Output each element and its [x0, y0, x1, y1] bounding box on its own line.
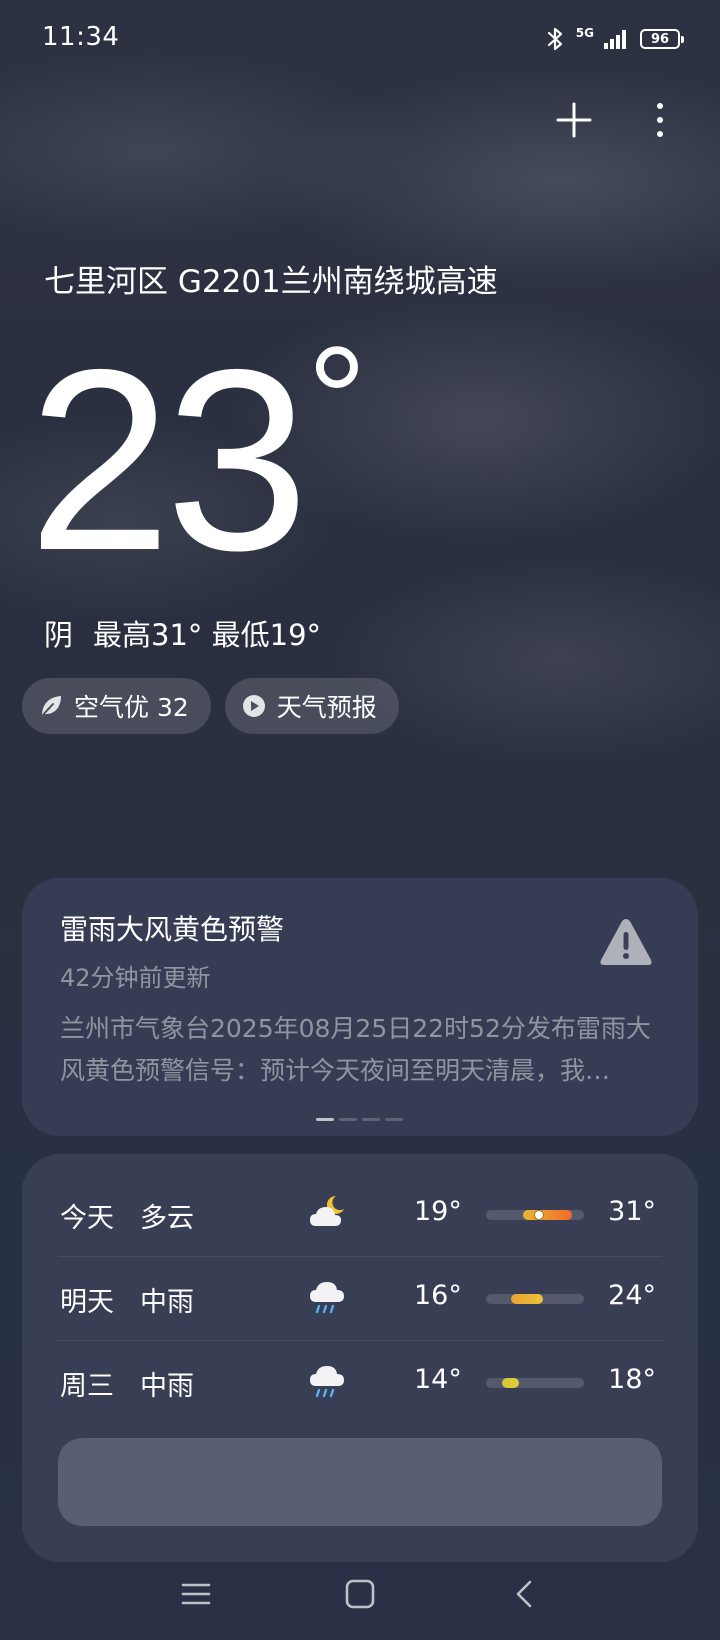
- more-vertical-icon: [648, 103, 672, 146]
- weather-video-chip[interactable]: 天气预报: [224, 678, 399, 734]
- temperature-range-bar: [486, 1294, 584, 1304]
- forecast-row-0[interactable]: 今天 多云 19° 31°: [58, 1172, 662, 1257]
- play-icon: [241, 693, 267, 719]
- page-dot: [362, 1118, 380, 1121]
- temperature-value: 23: [28, 315, 309, 604]
- temperature-range-bar: [486, 1378, 584, 1388]
- warning-title: 雷雨大风黄色预警: [60, 913, 285, 946]
- current-temperature: 23°: [28, 315, 367, 627]
- status-time: 11:34: [42, 22, 120, 52]
- forecast-condition: 多云: [140, 1203, 194, 1234]
- status-bar: 11:34 5G 96: [0, 0, 720, 76]
- menu-icon: [181, 1581, 211, 1611]
- warning-triangle-icon: [598, 916, 654, 972]
- info-chips: 空气优 32 天气预报: [22, 678, 399, 734]
- forecast-day: 周三: [60, 1371, 114, 1402]
- forecast-condition: 中雨: [140, 1371, 194, 1402]
- top-actions: [520, 92, 720, 152]
- forecast-low: 16°: [414, 1280, 462, 1311]
- condition-line: 阴 最高31° 最低19°: [44, 612, 321, 654]
- high-low: 最高31° 最低19°: [93, 612, 321, 654]
- weather-warning-card[interactable]: 雷雨大风黄色预警 42分钟前更新 兰州市气象台2025年08月25日22时52分…: [22, 878, 698, 1136]
- forecast-row-1[interactable]: 明天 中雨 16° 24°: [58, 1256, 662, 1341]
- range-fill-0: [522, 1210, 572, 1220]
- more-options-button[interactable]: [648, 98, 672, 142]
- leaf-icon: [38, 693, 64, 719]
- plus-icon: [552, 102, 596, 146]
- more-days-forecast-button[interactable]: [58, 1438, 662, 1526]
- network-type: 5G: [575, 26, 594, 40]
- forecast-low: 19°: [414, 1196, 462, 1227]
- warning-updated-time: 42分钟前更新: [60, 964, 211, 992]
- range-fill-1: [510, 1294, 544, 1304]
- battery-level: 96: [650, 31, 670, 47]
- battery-icon: 96: [640, 29, 684, 49]
- rain-icon: [306, 1274, 350, 1318]
- air-quality-chip[interactable]: 空气优 32: [22, 678, 211, 734]
- home-icon: [345, 1579, 375, 1613]
- warning-description: 兰州市气象台2025年08月25日22时52分发布雷雨大风黄色预警信号：预计今天…: [60, 1014, 651, 1085]
- air-quality-label: 空气优 32: [74, 693, 189, 722]
- page-indicator: [316, 1118, 403, 1121]
- forecast-row-2[interactable]: 周三 中雨 14° 18°: [58, 1340, 662, 1424]
- weather-video-label: 天气预报: [276, 693, 377, 722]
- cloudy-night-icon: [306, 1190, 350, 1234]
- low-temp: 最低19°: [211, 618, 322, 652]
- degree-symbol: °: [306, 315, 367, 483]
- forecast-day: 今天: [60, 1203, 114, 1234]
- daily-forecast-card: 今天 多云 19° 31° 明天 中雨 16° 24° 周三 中雨 14° 18…: [22, 1154, 698, 1562]
- rain-icon: [306, 1358, 350, 1402]
- temperature-range-bar: [486, 1210, 584, 1220]
- high-temp: 最高31°: [93, 618, 203, 652]
- forecast-high: 18°: [608, 1364, 656, 1395]
- forecast-condition: 中雨: [140, 1287, 194, 1318]
- forecast-high: 31°: [608, 1196, 656, 1227]
- current-condition: 阴: [44, 618, 74, 652]
- system-nav-bar: [0, 1560, 720, 1640]
- back-icon: [513, 1579, 535, 1613]
- back-button[interactable]: [500, 1574, 548, 1618]
- bluetooth-icon: [546, 26, 566, 52]
- status-icons: 5G 96: [546, 24, 684, 54]
- home-button[interactable]: [336, 1574, 384, 1618]
- add-city-button[interactable]: [552, 98, 596, 142]
- recent-apps-button[interactable]: [172, 1574, 220, 1618]
- range-fill-2: [502, 1378, 519, 1388]
- forecast-low: 14°: [414, 1364, 462, 1395]
- forecast-day: 明天: [60, 1287, 114, 1318]
- page-dot: [339, 1118, 357, 1121]
- page-dot: [385, 1118, 403, 1121]
- location-name[interactable]: 七里河区 G2201兰州南绕城高速: [44, 256, 498, 301]
- signal-icon: [604, 28, 630, 50]
- page-dot: [316, 1118, 334, 1121]
- forecast-high: 24°: [608, 1280, 656, 1311]
